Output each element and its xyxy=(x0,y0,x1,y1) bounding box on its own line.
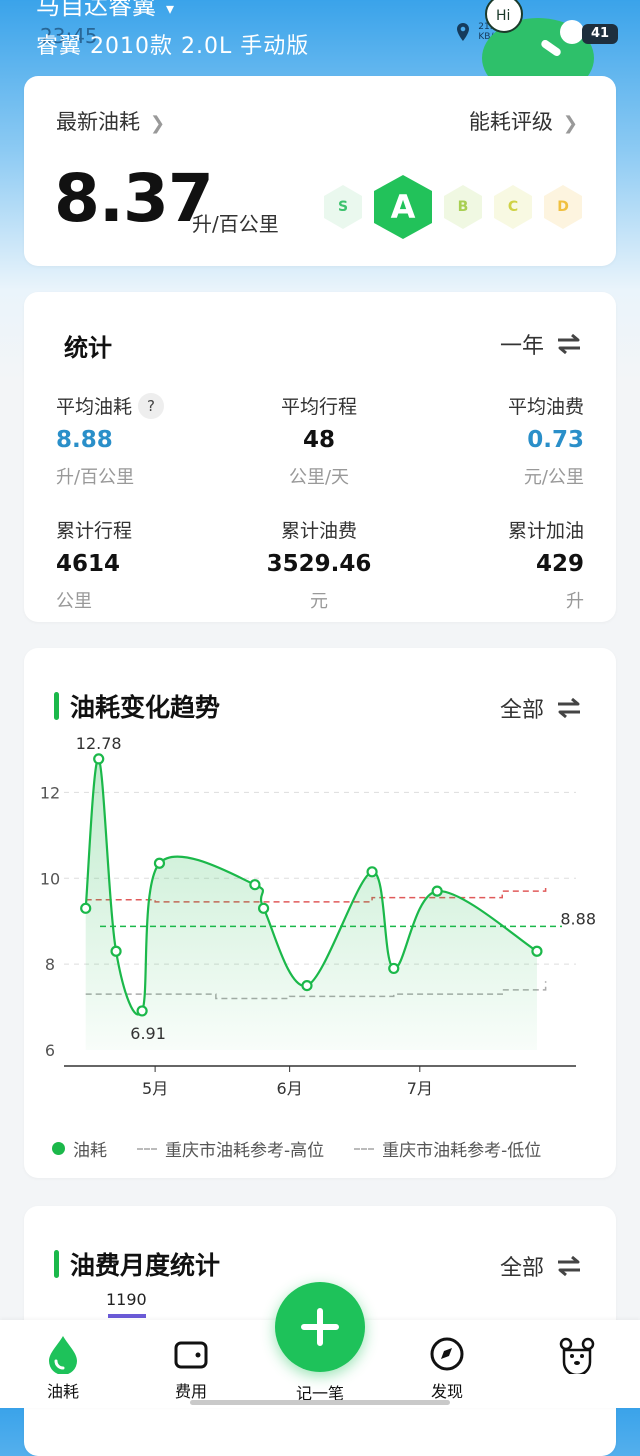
data-point xyxy=(249,879,261,891)
plus-icon xyxy=(301,1308,339,1346)
monthly-title: 油费月度统计 xyxy=(54,1246,220,1282)
data-point xyxy=(93,753,105,765)
y-tick-label: 12 xyxy=(40,783,60,802)
trend-filter-label: 全部 xyxy=(499,698,544,723)
data-point xyxy=(366,866,378,878)
battery-icon: 41 xyxy=(582,24,618,44)
compass-icon xyxy=(430,1337,464,1371)
help-icon[interactable]: ? xyxy=(138,393,165,419)
monthly-bar-label: 1190 xyxy=(106,1290,147,1309)
latest-value: 8.37 xyxy=(54,160,214,237)
stat-total-cost: 累计油费 3529.46 元 xyxy=(266,520,372,612)
chevron-right-icon: ❯ xyxy=(150,113,166,134)
stats-title: 统计 xyxy=(64,334,112,362)
grade-d: D xyxy=(542,184,584,230)
y-tick-label: 6 xyxy=(45,1041,55,1060)
grade-c: C xyxy=(492,184,534,230)
stat-total-distance: 累计行程 4614 公里 xyxy=(56,520,133,612)
car-model: 睿翼 2010款 2.0L 手动版 xyxy=(36,34,310,59)
x-tick-label: 6月 xyxy=(277,1079,303,1098)
min-label: 6.91 xyxy=(130,1024,166,1043)
trend-title: 油耗变化趋势 xyxy=(54,688,220,724)
data-point xyxy=(431,885,443,897)
nav-profile[interactable] xyxy=(532,1334,622,1378)
rating-link[interactable]: 能耗评级 ❯ xyxy=(469,106,578,136)
stat-avg-distance: 平均行程 48 公里/天 xyxy=(280,396,357,488)
y-tick-label: 10 xyxy=(40,869,60,888)
data-point xyxy=(301,980,313,992)
trend-card: 油耗变化趋势 全部 6 8 10 12 5月 6月 7月 12.78 6.91 8.88 油耗 重… xyxy=(24,648,616,1178)
monthly-bar[interactable] xyxy=(108,1314,146,1318)
home-indicator xyxy=(190,1400,450,1405)
legend-dot xyxy=(52,1142,65,1155)
trend-chart[interactable]: 6 8 10 12 5月 6月 7月 12.78 6.91 8.88 xyxy=(24,728,616,1128)
data-point xyxy=(80,902,92,914)
data-point xyxy=(136,1005,148,1017)
car-name: 马自达睿翼 xyxy=(36,0,156,20)
swap-icon xyxy=(558,697,580,719)
max-label: 12.78 xyxy=(76,734,122,753)
trend-filter[interactable]: 全部 xyxy=(500,692,582,724)
data-point xyxy=(388,962,400,975)
data-point xyxy=(110,945,122,957)
bear-avatar-icon xyxy=(559,1337,595,1374)
stat-avg-fuel-cost: 平均油费 0.73 元/公里 xyxy=(507,396,584,488)
grade-b: B xyxy=(442,184,484,230)
x-tick-label: 7月 xyxy=(407,1079,433,1098)
add-record-button[interactable] xyxy=(275,1282,365,1372)
grade-a: A xyxy=(372,174,434,240)
nav-discover[interactable]: 发现 xyxy=(402,1334,492,1402)
data-point xyxy=(531,945,543,957)
location-icon xyxy=(457,23,470,41)
grade-badges: S A B C D xyxy=(322,174,590,244)
stats-card: 统计 一年 平均油耗? 8.88 升/百公里 平均行程 48 公里/天 平均油费… xyxy=(24,292,616,622)
trend-legend: 油耗 重庆市油耗参考-高位 重庆市油耗参考-低位 xyxy=(52,1136,541,1161)
latest-link[interactable]: 最新油耗 ❯ xyxy=(56,106,165,136)
latest-card: 最新油耗 ❯ 能耗评级 ❯ 8.37 升/百公里 S A B C D xyxy=(24,76,616,266)
swap-icon xyxy=(558,1255,580,1277)
wallet-icon xyxy=(174,1341,208,1369)
period-switch[interactable]: 一年 xyxy=(500,328,582,360)
nav-cost[interactable]: 费用 xyxy=(146,1334,236,1402)
average-label: 8.88 xyxy=(560,909,596,928)
car-selector[interactable]: 马自达睿翼 ▾ xyxy=(36,0,174,21)
stat-total-fuel: 累计加油 429 升 xyxy=(507,520,584,612)
legend-low: 重庆市油耗参考-低位 xyxy=(382,1141,542,1161)
header: 马自达睿翼 ▾ 23:45 睿翼 2010款 2.0L 手动版 21.4 KB/s … xyxy=(0,0,640,80)
legend-high: 重庆市油耗参考-高位 xyxy=(165,1141,325,1161)
monthly-filter-label: 全部 xyxy=(499,1256,544,1281)
monthly-filter[interactable]: 全部 xyxy=(500,1250,582,1282)
stat-avg-consumption: 平均油耗? 8.88 升/百公里 xyxy=(56,392,246,489)
data-point xyxy=(153,857,166,869)
data-point xyxy=(257,902,270,914)
grade-s: S xyxy=(322,184,364,230)
latest-unit: 升/百公里 xyxy=(192,212,279,236)
svg-text:Hi: Hi xyxy=(496,8,510,24)
legend-consumption: 油耗 xyxy=(73,1141,107,1161)
swap-icon xyxy=(558,333,580,355)
y-tick-label: 8 xyxy=(45,955,55,974)
fuel-drop-icon xyxy=(49,1336,77,1374)
x-tick-label: 5月 xyxy=(142,1079,168,1098)
nav-fuel[interactable]: 油耗 xyxy=(18,1334,108,1402)
series-area xyxy=(85,758,537,1050)
chevron-right-icon: ❯ xyxy=(562,113,578,134)
period-label: 一年 xyxy=(499,334,544,359)
chevron-down-icon: ▾ xyxy=(166,0,175,18)
